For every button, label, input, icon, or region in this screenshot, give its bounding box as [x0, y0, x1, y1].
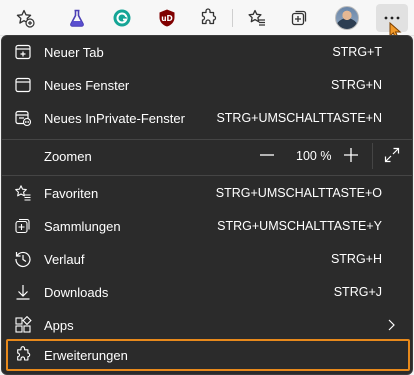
svg-text:uD: uD: [161, 14, 173, 23]
menu-item-label: Erweiterungen: [44, 347, 128, 363]
menu-item-label: Neuer Tab: [44, 44, 104, 60]
new-window-icon: [15, 77, 31, 93]
extensions-icon: [17, 346, 31, 361]
shortcut-text: STRG+N: [330, 78, 382, 92]
zoom-in-icon[interactable]: [343, 147, 359, 163]
menu-item-new-window[interactable]: Neues Fenster STRG+N: [6, 69, 410, 101]
collections-button[interactable]: [284, 4, 314, 32]
collections-icon: [15, 218, 30, 234]
menu-divider: [2, 175, 412, 176]
zoom-label: Zoomen: [44, 148, 92, 164]
profile-button[interactable]: [332, 4, 362, 32]
collections-icon: [291, 10, 307, 26]
shortcut-text: STRG+UMSCHALTTASTE+N: [216, 111, 382, 125]
menu-item-history[interactable]: Verlauf STRG+H: [6, 243, 410, 275]
new-tab-icon: [15, 44, 31, 60]
zoom-divider: [372, 143, 373, 169]
menu-item-label: Neues Fenster: [44, 77, 130, 93]
extension-ublock-button[interactable]: uD: [152, 4, 182, 32]
apps-icon: [15, 316, 32, 333]
menu-item-label: Apps: [44, 317, 74, 333]
menu-item-label: Sammlungen: [44, 218, 121, 234]
extension-flask-button[interactable]: [62, 4, 92, 32]
zoom-out-icon[interactable]: [259, 147, 275, 163]
menu-item-collections[interactable]: Sammlungen STRG+UMSCHALTTASTE+Y: [6, 210, 410, 242]
extensions-icon: [201, 8, 217, 25]
extension-grammarly-button[interactable]: [107, 4, 137, 32]
menu-item-label: Verlauf: [44, 251, 85, 267]
avatar: [335, 6, 359, 30]
settings-menu: Neuer Tab STRG+T Neues Fenster STRG+N Ne…: [1, 35, 413, 375]
flask-icon: [70, 9, 84, 27]
extensions-button[interactable]: [193, 4, 223, 32]
download-icon: [16, 285, 30, 300]
favorites-icon: [15, 185, 31, 201]
shortcut-text: STRG+T: [332, 45, 382, 59]
favorites-icon: [248, 9, 265, 26]
zoom-value: 100 %: [296, 149, 332, 163]
menu-item-extensions[interactable]: Erweiterungen: [6, 339, 410, 371]
favorites-button[interactable]: [242, 4, 272, 32]
add-favorite-button[interactable]: [10, 4, 40, 32]
menu-item-downloads[interactable]: Downloads STRG+J: [6, 276, 410, 308]
menu-item-favorites[interactable]: Favoriten STRG+UMSCHALTTASTE+O: [6, 177, 410, 209]
shortcut-text: STRG+H: [330, 252, 382, 266]
chevron-right-icon: [388, 319, 395, 331]
ublock-origin-icon: uD: [159, 9, 175, 27]
browser-toolbar: uD: [0, 0, 414, 39]
toolbar-divider: [232, 9, 233, 27]
menu-item-label: Downloads: [44, 284, 109, 300]
shortcut-text: STRG+J: [333, 285, 382, 299]
favorite-add-icon: [16, 9, 35, 28]
history-icon: [15, 251, 31, 267]
menu-item-apps[interactable]: Apps: [6, 309, 410, 341]
menu-item-new-inprivate-window[interactable]: Neues InPrivate-Fenster STRG+UMSCHALTTAS…: [6, 102, 410, 134]
shortcut-text: STRG+UMSCHALTTASTE+O: [215, 186, 382, 200]
menu-item-new-tab[interactable]: Neuer Tab STRG+T: [6, 36, 410, 68]
menu-item-zoom: Zoomen 100 %: [6, 140, 410, 172]
shortcut-text: STRG+UMSCHALTTASTE+Y: [217, 219, 382, 233]
menu-item-label: Neues InPrivate-Fenster: [44, 110, 185, 126]
fullscreen-icon[interactable]: [384, 147, 400, 163]
grammarly-icon: [113, 9, 131, 27]
inprivate-window-icon: [15, 110, 32, 127]
menu-item-label: Favoriten: [44, 185, 99, 201]
